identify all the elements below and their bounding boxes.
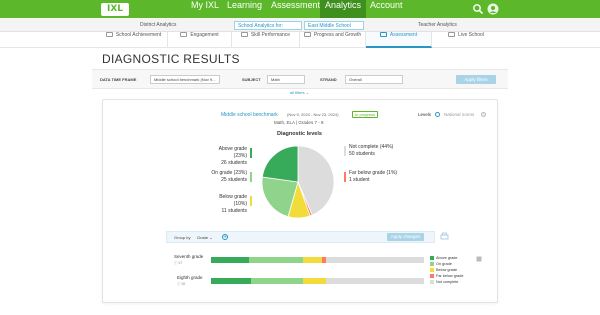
legend-not-complete: Not complete [430, 279, 463, 285]
group-by-label: Group by [174, 235, 191, 240]
time-frame-label: DATA TIME FRAME [100, 77, 137, 82]
bar-segment-on-grade [249, 257, 303, 263]
nav-account[interactable]: Account [370, 0, 403, 18]
levels-toggle-label[interactable]: Levels [418, 112, 431, 117]
district-analytics-link[interactable]: District Analytics [140, 21, 176, 30]
tab-live-school[interactable]: Live School [432, 32, 500, 48]
levels-radio[interactable] [435, 112, 440, 117]
add-group-icon[interactable]: + [222, 234, 228, 240]
seventh-grade-count: ⓘ 57 [174, 261, 183, 265]
subject-select[interactable]: Math [267, 75, 305, 84]
below-grade-swatch [250, 196, 252, 206]
legend-menu-icon[interactable] [476, 256, 482, 262]
apply-changes-button[interactable]: Apply changes [387, 233, 424, 241]
eighth-grade-count: ⓘ 55 [177, 282, 186, 286]
far-below-swatch [344, 172, 346, 182]
all-filters-toggle[interactable]: all filters ⌄ [290, 90, 309, 95]
live-icon [448, 32, 456, 38]
status-badge: In progress [352, 111, 379, 118]
bar-segment-on-grade [251, 278, 303, 284]
assessment-dates: (Nov 9, 2024 - Nov 23, 2024) [287, 112, 339, 117]
tab-school-achievement[interactable]: School Achievement [100, 32, 168, 48]
teacher-analytics-link[interactable]: Teacher Analytics [418, 21, 457, 30]
subject-label: SUBJECT [242, 77, 261, 82]
search-icon[interactable] [472, 3, 484, 15]
nav-assessment[interactable]: Assessment [271, 0, 320, 18]
bar-segment-above-grade [211, 257, 250, 263]
norms-radio[interactable] [481, 112, 486, 117]
group-by-select[interactable]: Grade ⌄ [197, 234, 213, 241]
nav-learning[interactable]: Learning [227, 0, 262, 18]
ixl-logo[interactable]: IXL [101, 3, 129, 16]
chart-title: Diagnostic levels [277, 131, 322, 137]
assessment-icon [379, 32, 387, 38]
pie-slice-above-grade [261, 145, 299, 183]
bar-segment-below-grade [302, 257, 322, 263]
legend: Above grade On grade Below grade Far bel… [430, 255, 463, 285]
above-grade-swatch [250, 148, 252, 158]
tab-skill-performance[interactable]: Skill Performance [232, 32, 300, 48]
time-frame-select[interactable]: Middle school benchmark (Nov 9... [150, 75, 220, 84]
national-norms-label[interactable]: National norms [444, 112, 474, 117]
on-grade-swatch [250, 172, 252, 182]
school-analytics-dropdown[interactable]: School Analytics for: [234, 21, 302, 30]
group-by-bar: Group by Grade ⌄ + Apply changes [166, 231, 435, 243]
nav-analytics[interactable]: Analytics [320, 0, 367, 18]
achievement-icon [105, 32, 113, 38]
apply-filters-button[interactable]: Apply filters [456, 75, 496, 84]
page-title: DIAGNOSTIC RESULTS [102, 52, 240, 66]
seventh-grade-bar [211, 257, 424, 263]
tab-engagement[interactable]: Engagement [168, 32, 232, 48]
tab-assessment[interactable]: Assessment [366, 32, 432, 48]
seventh-grade-label: Seventh grade ⓘ 57 [174, 254, 204, 265]
strand-select[interactable]: Overall [345, 75, 403, 84]
tab-progress-growth[interactable]: Progress and Growth [300, 32, 366, 48]
not-complete-swatch [344, 146, 346, 156]
print-icon[interactable] [440, 232, 449, 241]
top-nav: IXL My IXL Learning Assessment Analytics… [0, 0, 600, 18]
strand-label: STRAND [320, 77, 337, 82]
filter-bar: DATA TIME FRAME Middle school benchmark … [92, 69, 508, 89]
assessment-link[interactable]: Middle school benchmark [221, 112, 278, 118]
nav-my-ixl[interactable]: My IXL [191, 0, 219, 18]
skill-icon [240, 32, 248, 38]
bar-segment-not-complete [325, 257, 424, 263]
far-below-grade-label: Far below grade (1%) 1 student [349, 170, 398, 183]
avatar-icon[interactable] [487, 3, 499, 15]
below-grade-label: Below grade (10%) 11 students [219, 194, 247, 214]
diagnostic-pie-chart [261, 145, 335, 219]
eighth-grade-bar [211, 278, 424, 284]
eighth-grade-label: Eighth grade ⓘ 55 [177, 275, 203, 286]
assessment-subject-line: Math, ELA | Grades 7 - 8 [274, 120, 324, 125]
above-grade-label: Above grade (23%) 26 students [218, 146, 247, 166]
not-complete-label: Not complete (44%) 50 students [349, 144, 394, 157]
analytics-subnav: District Analytics School Analytics for:… [0, 18, 600, 32]
bar-segment-above-grade [211, 278, 252, 284]
bar-segment-below-grade [302, 278, 326, 284]
bar-segment-not-complete [326, 278, 424, 284]
progress-icon [303, 32, 311, 38]
on-grade-label: On grade (23%) 25 students [211, 170, 247, 183]
school-name-dropdown[interactable]: East Middle School [304, 21, 364, 30]
engagement-icon [180, 32, 188, 38]
analytics-tabs: School Achievement Engagement Skill Perf… [0, 32, 600, 48]
